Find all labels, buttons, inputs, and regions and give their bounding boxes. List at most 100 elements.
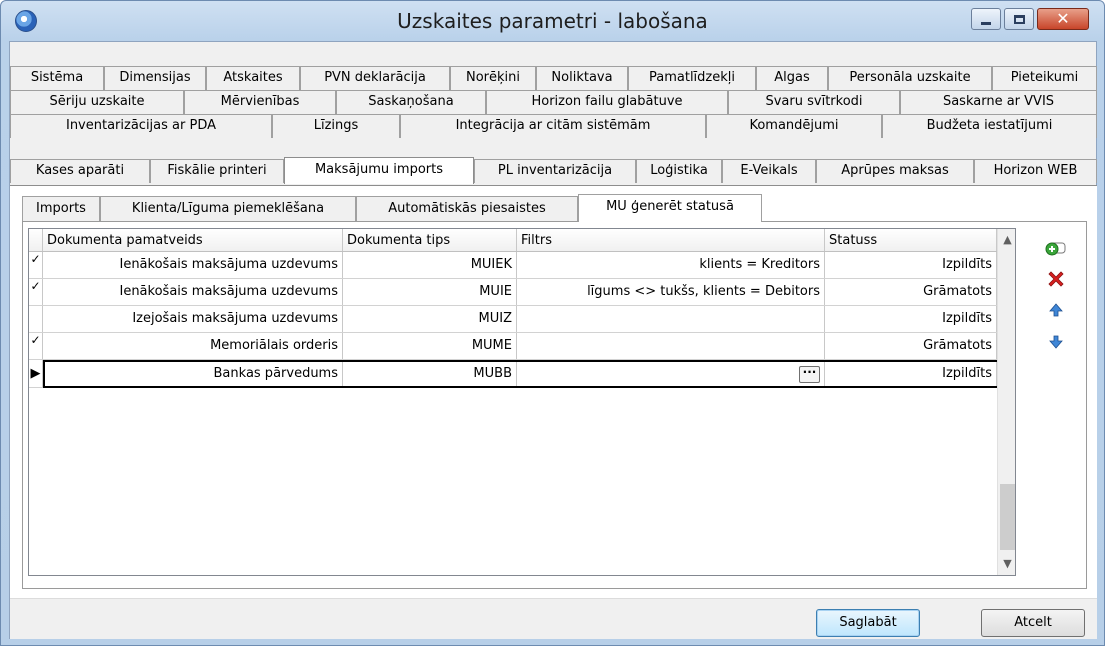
vertical-scrollbar[interactable]: ▲ ▼ [997,229,1015,575]
add-icon [1045,242,1066,256]
table-row[interactable]: ✓ Memoriālais orderis MUME Grāmatots [29,333,997,360]
tab-horizon-web[interactable]: Horizon WEB [974,159,1097,183]
row-check-mark: ✓ [29,252,43,278]
scroll-down-icon[interactable]: ▼ [998,555,1015,573]
table-row[interactable]: ✓ Ienākošais maksājuma uzdevums MUIE līg… [29,279,997,306]
minimize-icon [981,21,991,25]
tab-row-1: Sistēma Dimensijas Atskaites PVN deklarā… [10,66,1097,90]
col-dokumenta-pamatveids[interactable]: Dokumenta pamatveids [43,229,343,251]
maksajumu-imports-panel: Imports Klienta/Līguma piemeklēšana Auto… [10,185,1097,598]
tab-pvn-deklaracija[interactable]: PVN deklarācija [300,66,450,90]
tab-fiskalie-printeri[interactable]: Fiskālie printeri [150,159,284,183]
dialog-button-bar: Saglabāt Atcelt [10,598,1097,639]
tab-pieteikumi[interactable]: Pieteikumi [992,66,1097,90]
maximize-icon [1013,14,1025,24]
tab-dimensijas[interactable]: Dimensijas [104,66,206,90]
delete-icon [1048,271,1064,287]
cell-tips[interactable]: MUBB [343,362,517,386]
tab-personala-uzskaite[interactable]: Personāla uzskaite [828,66,992,90]
tab-norekini[interactable]: Norēķini [450,66,536,90]
tab-inventarizacijas-ar-pda[interactable]: Inventarizācijas ar PDA [10,114,272,138]
cell-filtrs[interactable]: līgums <> tukšs, klients = Debitors [517,279,825,305]
tab-atskaites[interactable]: Atskaites [206,66,300,90]
scroll-up-icon[interactable]: ▲ [998,231,1015,249]
table-row-current[interactable]: Bankas pārvedums MUBB ··· Izpildīts [43,360,999,388]
cell-statuss[interactable]: Izpildīts [825,362,997,386]
tab-svaru-svitrkodi[interactable]: Svaru svītrkodi [728,90,900,114]
scroll-thumb[interactable] [1000,484,1015,550]
delete-row-button[interactable] [1044,267,1068,291]
tab-noliktava[interactable]: Noliktava [536,66,628,90]
table-row[interactable]: ✓ Ienākošais maksājuma uzdevums MUIEK kl… [29,252,997,279]
tab-horizon-failu-glabatuve[interactable]: Horizon failu glabātuve [486,90,728,114]
subtab-imports[interactable]: Imports [22,196,100,221]
cell-filtrs-editing[interactable]: ··· [517,362,825,386]
tab-saskanosana[interactable]: Saskaņošana [336,90,486,114]
tab-e-veikals[interactable]: E-Veikals [722,159,816,183]
subtab-klienta-liguma-piemeklesana[interactable]: Klienta/Līguma piemeklēšana [100,196,356,221]
subtab-automatiskas-piesaistes[interactable]: Automātiskās piesaistes [356,196,578,221]
cell-statuss[interactable]: Grāmatots [825,279,997,305]
grid-header: Dokumenta pamatveids Dokumenta tips Filt… [29,229,997,252]
tab-komandejumi[interactable]: Komandējumi [706,114,882,138]
status-grid[interactable]: Dokumenta pamatveids Dokumenta tips Filt… [28,228,1016,576]
tab-pamatlidzekli[interactable]: Pamatlīdzekļi [628,66,756,90]
cell-pamatveids[interactable]: Memoriālais orderis [43,333,343,359]
minimize-button[interactable] [971,8,1001,30]
save-button[interactable]: Saglabāt [816,609,920,637]
current-row-indicator: ▶ [29,360,43,388]
window: Uzskaites parametri - labošana ✕ Sistēma… [0,0,1105,646]
tab-row-2: Sēriju uzskaite Mērvienības Saskaņošana … [10,90,1097,114]
row-check-mark: ✓ [29,333,43,359]
title-bar[interactable]: Uzskaites parametri - labošana ✕ [1,1,1104,41]
tab-pl-inventarizacija[interactable]: PL inventarizācija [474,159,636,183]
cell-filtrs[interactable]: klients = Kreditors [517,252,825,278]
cell-tips[interactable]: MUIE [343,279,517,305]
arrow-up-icon [1049,303,1063,317]
tab-algas[interactable]: Algas [756,66,828,90]
tab-integracija-ar-citam-sistemam[interactable]: Integrācija ar citām sistēmām [400,114,706,138]
tab-budzeta-iestatijumi[interactable]: Budžeta iestatījumi [882,114,1097,138]
tab-row-3: Inventarizācijas ar PDA Līzings Integrāc… [10,114,1097,138]
maximize-button[interactable] [1004,8,1034,30]
tab-row-4: Kases aparāti Fiskālie printeri Maksājum… [10,157,1097,184]
cell-tips[interactable]: MUIEK [343,252,517,278]
col-dokumenta-tips[interactable]: Dokumenta tips [343,229,517,251]
cell-tips[interactable]: MUIZ [343,306,517,332]
arrow-down-icon [1049,335,1063,349]
close-button[interactable]: ✕ [1037,8,1089,30]
tab-kases-aparati[interactable]: Kases aparāti [10,159,150,183]
cell-tips[interactable]: MUME [343,333,517,359]
table-row[interactable]: Izejošais maksājuma uzdevums MUIZ Izpild… [29,306,997,333]
move-up-button[interactable] [1044,298,1068,322]
tab-lizings[interactable]: Līzings [272,114,400,138]
cell-pamatveids[interactable]: Izejošais maksājuma uzdevums [43,306,343,332]
tab-sistema[interactable]: Sistēma [10,66,104,90]
cell-filtrs[interactable] [517,333,825,359]
cell-statuss[interactable]: Izpildīts [825,306,997,332]
tab-mervienibas[interactable]: Mērvienības [184,90,336,114]
row-check-mark: ✓ [29,279,43,305]
ellipsis-button[interactable]: ··· [799,366,820,383]
tab-logistika[interactable]: Loģistika [636,159,722,183]
header-row-indicator [29,229,43,251]
subtab-mu-generet-statusa[interactable]: MU ģenerēt statusā [578,194,762,222]
window-title: Uzskaites parametri - labošana [397,9,708,33]
cancel-button[interactable]: Atcelt [981,609,1085,637]
cell-pamatveids[interactable]: Ienākošais maksājuma uzdevums [43,252,343,278]
col-statuss[interactable]: Statuss [825,229,997,251]
tab-saskarne-ar-vvis[interactable]: Saskarne ar VVIS [900,90,1097,114]
dialog-client-area: Sistēma Dimensijas Atskaites PVN deklarā… [9,41,1097,639]
tab-seriju-uzskaite[interactable]: Sēriju uzskaite [10,90,184,114]
cell-statuss[interactable]: Grāmatots [825,333,997,359]
tab-aprupes-maksas[interactable]: Aprūpes maksas [816,159,974,183]
cell-pamatveids[interactable]: Ienākošais maksājuma uzdevums [43,279,343,305]
cell-statuss[interactable]: Izpildīts [825,252,997,278]
cell-pamatveids[interactable]: Bankas pārvedums [45,362,343,386]
move-down-button[interactable] [1044,330,1068,354]
close-icon: ✕ [1056,9,1070,28]
col-filtrs[interactable]: Filtrs [517,229,825,251]
add-row-button[interactable] [1044,236,1068,260]
tab-maksajumu-imports[interactable]: Maksājumu imports [284,157,474,184]
cell-filtrs[interactable] [517,306,825,332]
